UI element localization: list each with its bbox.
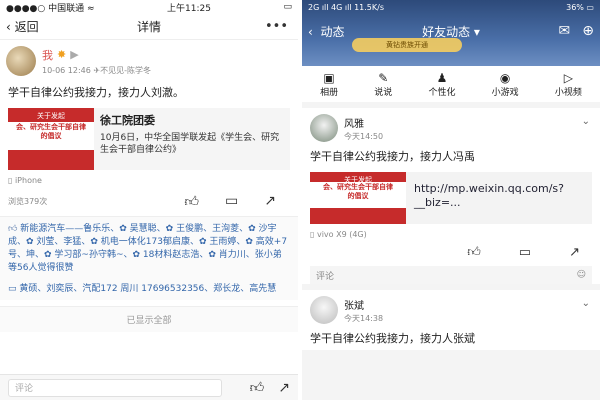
back-button[interactable]: ‹ 动态 (308, 23, 344, 40)
thumb-top-text: 关于发起 (37, 112, 65, 120)
post-time: 今天14:38 (344, 313, 384, 323)
pen-icon: ✎ (378, 70, 389, 85)
like-icon[interactable]: 👍︎ (184, 193, 199, 210)
tab-shuoshuo[interactable]: ✎ 说说 (374, 71, 392, 98)
feed-card: 风雅 今天14:50 ⌄ 学干自律公约我接力，接力人冯禹 关于发起 会、研究生会… (302, 108, 600, 284)
share-icon[interactable]: ↗ (569, 245, 580, 260)
comment-placeholder: 评论 (316, 271, 335, 282)
status-bar: 2G ıll 4G ıll 11.5K/s 36% ▭ (302, 0, 600, 14)
left-detail-screen: ●●●●○ 中国联通 ≈ 上午11:25 ▭ ‹ 返回 详情 ••• 我 ✸ ▶… (0, 0, 298, 400)
comment-names: ▭ 黄硕、刘奕辰、汽配172 周川 17696532356、郑长龙、高先慧 (0, 281, 298, 300)
avatar[interactable] (6, 46, 36, 76)
avatar[interactable] (310, 296, 338, 324)
page-title[interactable]: 好友动态 ▾ (302, 23, 600, 40)
comment-icon[interactable]: ▭ (225, 193, 238, 210)
tab-mini-video[interactable]: ▷ 小视频 (555, 71, 582, 98)
page-title: 详情 (136, 20, 161, 34)
post-text: 学干自律公约我接力，接力人刘澈。 (8, 86, 184, 99)
share-thumbnail: 关于发起 会、研究生会干部自律 的倡议 (8, 108, 94, 170)
feature-tabs: ▣ 相册 ✎ 说说 ♟ 个性化 ◉ 小游戏 ▷ 小视频 (302, 66, 600, 102)
back-label: 返回 (14, 20, 39, 34)
comment-names-text[interactable]: 黄硕、刘奕辰、汽配172 周川 17696532356、郑长龙、高先慧 (19, 284, 276, 294)
back-button[interactable]: ‹ 返回 (6, 18, 39, 35)
post-text: 学干自律公约我接力，接力人张斌 (310, 332, 475, 345)
more-icon[interactable]: ••• (265, 19, 288, 34)
share-card[interactable]: 关于发起 会、研究生会干部自律 的倡议 徐工院团委 10月6日，中华全国学联发起… (8, 108, 290, 170)
post-header: 我 ✸ ▶ 10-06 12:46 ✈不见见-陈学冬 (0, 40, 298, 78)
tab-label: 小视频 (554, 87, 582, 98)
network-label: 2G ıll 4G ıll 11.5K/s (308, 2, 385, 12)
clock: 上午11:25 (167, 3, 211, 14)
feed-card: 张斌 今天14:38 ⌄ 学干自律公约我接力，接力人张斌 (302, 290, 600, 350)
share-title: 徐工院团委 (100, 114, 155, 127)
video-icon: ▷ (563, 70, 573, 85)
tab-label: 相册 (320, 87, 339, 98)
tab-label: 说说 (374, 87, 393, 98)
post-meta: 10-06 12:46 ✈不见见-陈学冬 (42, 65, 151, 75)
bottom-comment-bar: 评论 👍︎ ↗ (0, 374, 298, 400)
actions-row: 浏览379次 👍︎ ▭ ↗ (0, 187, 298, 216)
likes-list: 👍︎ 新能源汽车——鲁乐乐、✿ 吴慧聪、✿ 王俊鹏、王洵菱、✿ 沙宇成、✿ 刘莹… (0, 216, 298, 281)
shirt-icon: ♟ (436, 70, 448, 85)
vip-badge-icon: ✸ (57, 48, 67, 61)
share-thumbnail: 关于发起 会、研究生会干部自律 的倡议 (310, 172, 406, 224)
shown-all-label: 已显示全部 (0, 306, 298, 332)
share-icon[interactable]: ↗ (264, 193, 276, 210)
comment-input[interactable]: 评论 ☺ (310, 266, 592, 284)
right-feed-screen: 2G ıll 4G ıll 11.5K/s 36% ▭ ‹ 动态 好友动态 ▾ … (302, 0, 600, 400)
share-url: http://mp.weixin.qq.com/s?__biz=... (414, 182, 564, 209)
share-card[interactable]: 关于发起 会、研究生会干部自律 的倡议 http://mp.weixin.qq.… (310, 172, 592, 224)
tab-label: 个性化 (428, 87, 456, 98)
share-desc: 10月6日，中华全国学联发起《学生会、研究生会干部自律公约》 (100, 133, 280, 155)
feed-header: 2G ıll 4G ıll 11.5K/s 36% ▭ ‹ 动态 好友动态 ▾ … (302, 0, 600, 66)
device-name: vivo X9 (4G) (316, 230, 367, 239)
battery-icon: ▭ (283, 2, 292, 12)
tab-album[interactable]: ▣ 相册 (320, 71, 338, 98)
carrier-label: ●●●●○ 中国联通 ≈ (6, 3, 95, 14)
chevron-down-icon[interactable]: ⌄ (582, 298, 590, 309)
share-icon[interactable]: ↗ (278, 380, 290, 396)
tab-mini-games[interactable]: ◉ 小游戏 (492, 71, 519, 98)
author-name[interactable]: 我 (42, 47, 53, 63)
tab-label: 小游戏 (491, 87, 519, 98)
tab-personalize[interactable]: ♟ 个性化 (428, 71, 455, 98)
author-name[interactable]: 风雅 (344, 115, 383, 130)
chevron-down-icon[interactable]: ⌄ (582, 116, 590, 127)
avatar[interactable] (310, 114, 338, 142)
like-icon[interactable]: 👍︎ (467, 245, 481, 260)
thumb-band-text: 会、研究生会干部自律 的倡议 (310, 182, 406, 208)
add-icon[interactable]: ⊕ (582, 23, 594, 39)
device-label: ▯ vivo X9 (4G) (302, 228, 600, 241)
like-list-icon: 👍︎ (8, 224, 21, 234)
post-text: 学干自律公约我接力，接力人冯禹 (310, 150, 475, 163)
back-label: 动态 (320, 24, 345, 39)
play-icon: ▶ (70, 48, 79, 61)
status-bar: ●●●●○ 中国联通 ≈ 上午11:25 ▭ (0, 0, 298, 14)
chevron-left-icon: ‹ (6, 19, 15, 34)
phone-icon: ▯ (8, 176, 13, 185)
battery-label: 36% ▭ (566, 2, 594, 12)
device-name: iPhone (14, 176, 42, 185)
author-name[interactable]: 张斌 (344, 297, 383, 312)
view-count: 浏览379次 (8, 197, 48, 206)
vip-banner[interactable]: 黄钻贵族开通 (352, 38, 462, 52)
game-icon: ◉ (499, 70, 511, 85)
comment-list-icon: ▭ (8, 284, 20, 294)
chevron-left-icon: ‹ (308, 24, 317, 39)
comment-input[interactable]: 评论 (8, 378, 222, 397)
emoji-icon[interactable]: ☺ (577, 270, 586, 280)
post-time: 今天14:50 (344, 131, 384, 141)
messages-icon[interactable]: ✉ (559, 23, 571, 39)
comment-icon[interactable]: ▭ (519, 245, 531, 260)
album-icon: ▣ (323, 70, 335, 85)
likes-text[interactable]: 新能源汽车——鲁乐乐、✿ 吴慧聪、✿ 王俊鹏、王洵菱、✿ 沙宇成、✿ 刘莹、李猛… (8, 224, 287, 273)
like-icon[interactable]: 👍︎ (250, 379, 265, 396)
phone-icon: ▯ (310, 230, 315, 239)
thumb-band-text: 会、研究生会干部自律 的倡议 (8, 122, 94, 150)
device-label: ▯ iPhone (0, 174, 298, 187)
nav-bar: ‹ 返回 详情 ••• (0, 14, 298, 40)
